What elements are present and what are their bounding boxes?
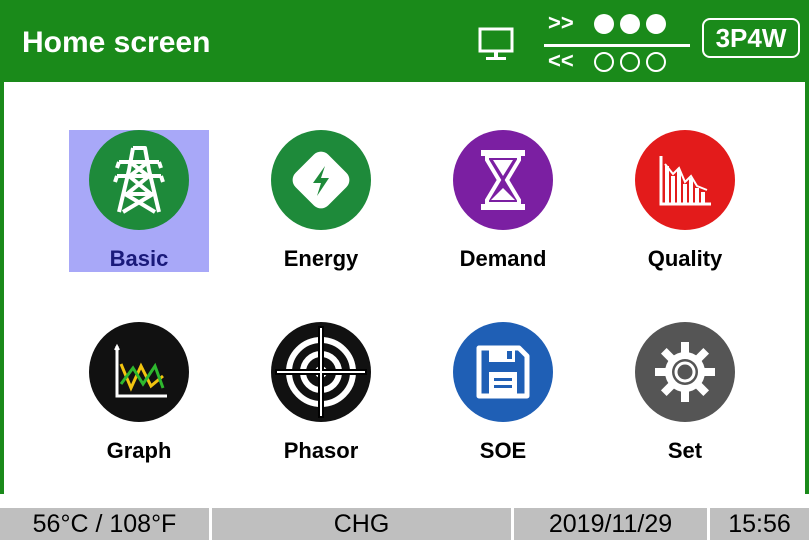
menu-item-label: Set: [667, 438, 703, 463]
menu-item-set[interactable]: Set: [615, 322, 755, 464]
menu-item-quality[interactable]: Quality: [615, 130, 755, 272]
menu-item-label: SOE: [479, 438, 527, 463]
comm-tx-label: >>: [548, 10, 574, 35]
wiring-mode-badge: 3P4W: [702, 18, 800, 58]
menu-item-energy[interactable]: Energy: [251, 130, 391, 272]
mode-indicator: CHG: [212, 508, 514, 540]
menu-item-demand[interactable]: Demand: [433, 130, 573, 272]
right-rail: [805, 82, 809, 494]
floppy-disk-icon: [453, 322, 553, 422]
rx-indicator-dots: [594, 52, 666, 72]
tx-indicator-dots: [594, 14, 666, 34]
menu-item-label: Quality: [647, 246, 723, 271]
pc-monitor-icon: [478, 27, 514, 60]
crosshair-icon: [271, 322, 371, 422]
rx-dot: [594, 52, 614, 72]
line-graph-icon: [89, 322, 189, 422]
comm-rx-label: <<: [548, 48, 574, 73]
menu-item-label: Graph: [106, 438, 172, 463]
left-rail: [0, 82, 4, 494]
rx-dot: [646, 52, 666, 72]
menu-item-basic[interactable]: Basic: [69, 130, 209, 272]
menu-item-graph[interactable]: Graph: [69, 322, 209, 464]
menu-item-label: Basic: [109, 246, 169, 271]
lightning-bolt-icon: [271, 130, 371, 230]
home-screen: Home screen >> << 3P4W Basic Energy Dema…: [0, 0, 809, 540]
communication-indicator: >> <<: [544, 8, 692, 74]
menu-item-soe[interactable]: SOE: [433, 322, 573, 464]
page-title: Home screen: [22, 26, 211, 59]
tx-dot: [646, 14, 666, 34]
status-bar: 56°C / 108°F CHG 2019/11/29 15:56: [0, 508, 809, 540]
time-display: 15:56: [728, 509, 791, 538]
tx-dot: [594, 14, 614, 34]
tx-dot: [620, 14, 640, 34]
menu-item-label: Demand: [459, 246, 547, 271]
menu-item-label: Energy: [283, 246, 359, 271]
header-bar: Home screen >> << 3P4W: [0, 0, 809, 82]
menu-item-phasor[interactable]: Phasor: [251, 322, 391, 464]
bar-chart-icon: [635, 130, 735, 230]
date-display: 2019/11/29: [514, 508, 710, 540]
hourglass-icon: [453, 130, 553, 230]
rx-dot: [620, 52, 640, 72]
temperature-readout: 56°C / 108°F: [0, 508, 212, 540]
transmission-tower-icon: [89, 130, 189, 230]
menu-item-label: Phasor: [283, 438, 359, 463]
comm-divider: [544, 44, 690, 47]
gear-icon: [635, 322, 735, 422]
